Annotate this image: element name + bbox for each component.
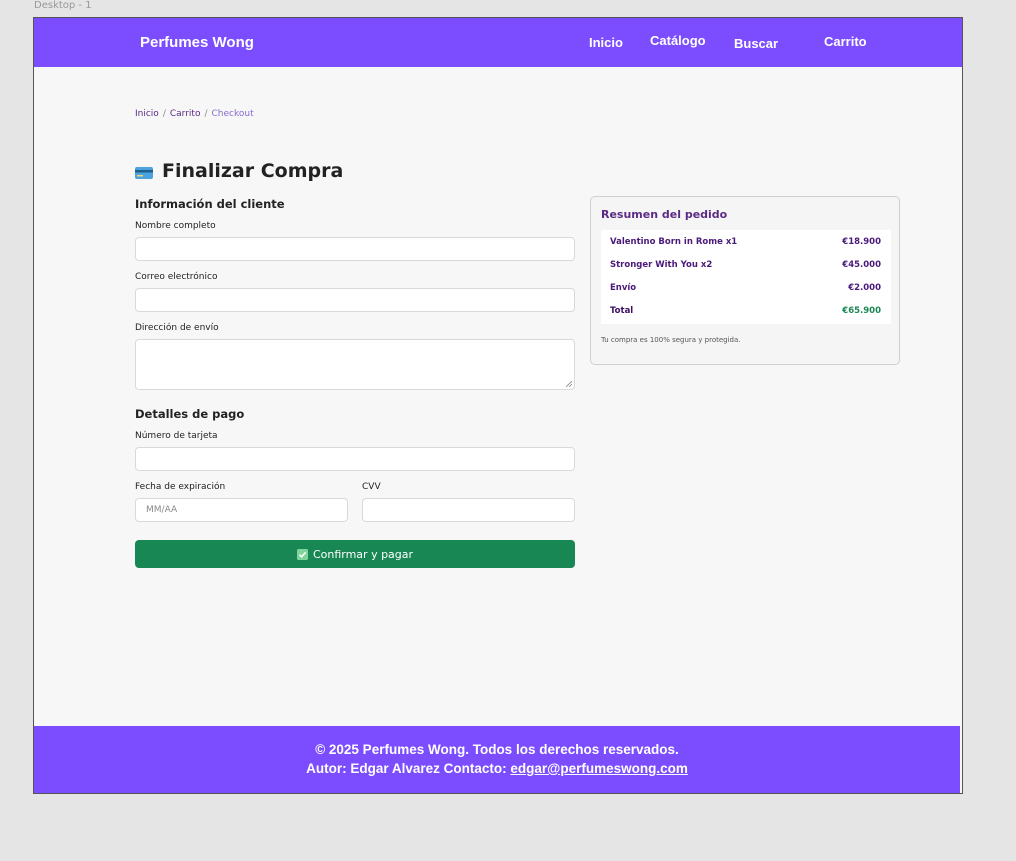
summary-item-name: Stronger With You x2 (610, 260, 713, 270)
credit-card-icon (135, 167, 153, 179)
resize-handle-icon[interactable] (566, 381, 572, 387)
summary-item-name: Valentino Born in Rome x1 (610, 237, 738, 247)
expiry-label: Fecha de expiración (135, 482, 226, 492)
summary-item: Stronger With You x2 €45.000 (601, 253, 891, 276)
address-textarea[interactable] (135, 339, 575, 390)
summary-total-label: Total (610, 306, 634, 316)
email-label: Correo electrónico (135, 272, 218, 282)
order-summary-card: Resumen del pedido Valentino Born in Rom… (590, 196, 900, 365)
cvv-label: CVV (362, 482, 381, 492)
page-title-text: Finalizar Compra (162, 160, 344, 182)
expiry-input[interactable]: MM/AA (135, 498, 348, 522)
brand-logo[interactable]: Perfumes Wong (140, 34, 254, 51)
breadcrumb-separator: / (204, 109, 208, 119)
page-title: Finalizar Compra (135, 160, 343, 182)
footer-email-link[interactable]: edgar@perfumeswong.com (510, 761, 687, 776)
breadcrumb-separator: / (162, 109, 166, 119)
summary-item-price: €2.000 (848, 283, 881, 293)
name-label: Nombre completo (135, 221, 216, 231)
nav-link-catalogo[interactable]: Catálogo (650, 33, 706, 48)
summary-item-price: €45.000 (842, 260, 881, 270)
summary-item-price: €18.900 (842, 237, 881, 247)
summary-item-name: Envío (610, 283, 637, 293)
summary-total-price: €65.900 (842, 306, 881, 316)
frame-label: Desktop - 1 (34, 0, 92, 11)
breadcrumb: Inicio / Carrito / Checkout (135, 109, 254, 119)
footer-copyright: © 2025 Perfumes Wong. Todos los derechos… (315, 742, 679, 757)
breadcrumb-checkout: Checkout (211, 109, 254, 119)
customer-section-title: Información del cliente (135, 197, 285, 211)
card-number-label: Número de tarjeta (135, 431, 218, 441)
nav-link-inicio[interactable]: Inicio (589, 35, 623, 50)
navbar: Perfumes Wong Inicio Catálogo Buscar Car… (34, 18, 962, 67)
summary-total: Total €65.900 (601, 299, 891, 322)
summary-item: Valentino Born in Rome x1 €18.900 (601, 230, 891, 253)
summary-list: Valentino Born in Rome x1 €18.900 Strong… (601, 230, 891, 324)
payment-section-title: Detalles de pago (135, 407, 245, 421)
address-label: Dirección de envío (135, 323, 219, 333)
confirm-pay-button[interactable]: Confirmar y pagar (135, 540, 575, 568)
security-note: Tu compra es 100% segura y protegida. (601, 336, 741, 344)
footer-author-text: Autor: Edgar Alvarez Contacto: (306, 761, 511, 776)
nav-link-buscar[interactable]: Buscar (734, 36, 778, 51)
confirm-pay-label: Confirmar y pagar (312, 547, 414, 561)
email-input[interactable] (135, 288, 575, 312)
cvv-input[interactable] (362, 498, 575, 522)
footer: © 2025 Perfumes Wong. Todos los derechos… (34, 726, 960, 793)
footer-author: Autor: Edgar Alvarez Contacto: edgar@per… (34, 761, 960, 776)
check-box-icon (296, 548, 308, 560)
nav-link-carrito[interactable]: Carrito (824, 34, 867, 49)
summary-title: Resumen del pedido (601, 208, 728, 221)
breadcrumb-carrito[interactable]: Carrito (170, 109, 201, 119)
expiry-placeholder: MM/AA (146, 505, 178, 515)
breadcrumb-inicio[interactable]: Inicio (135, 109, 159, 119)
name-input[interactable] (135, 237, 575, 261)
summary-shipping: Envío €2.000 (601, 276, 891, 299)
desktop-frame: Perfumes Wong Inicio Catálogo Buscar Car… (33, 17, 963, 794)
card-number-input[interactable] (135, 447, 575, 471)
